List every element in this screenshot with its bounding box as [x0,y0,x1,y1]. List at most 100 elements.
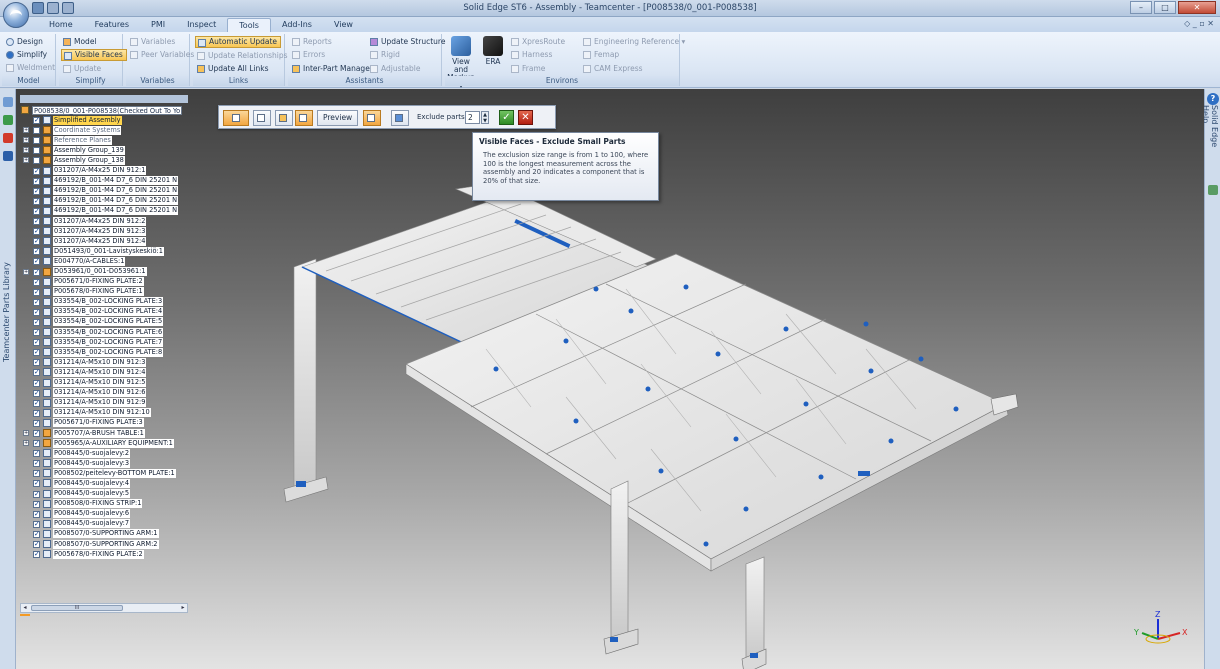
minimize-button[interactable]: – [1130,1,1152,14]
visibility-checkbox[interactable] [33,246,40,256]
harness-button[interactable]: Harness [509,49,555,61]
update-structure-button[interactable]: Update Structure [368,36,448,48]
cancel-button[interactable]: ✕ [518,110,533,125]
tree-item[interactable]: 031207/A-M4x25 DIN 912:2 [20,216,188,226]
visibility-checkbox[interactable] [33,478,40,488]
tree-item[interactable]: P008445/0-suojalevy:4 [20,478,188,488]
tree-item[interactable]: E004770/A-CABLES:1 [20,256,188,266]
visibility-checkbox[interactable] [33,307,40,317]
tree-item[interactable]: 031214/A-M5x10 DIN 912:3 [20,357,188,367]
visibility-checkbox[interactable] [33,489,40,499]
expand-icon[interactable]: + [23,268,29,275]
visibility-checkbox[interactable] [33,357,40,367]
tree-item[interactable]: P008508/0-FIXING STRIP:1 [20,499,188,509]
view-triad[interactable]: Z X Y [1134,611,1194,651]
tree-item[interactable]: 033554/B_002-LOCKING PLATE:5 [20,317,188,327]
simplify-update-button[interactable]: Update [61,63,104,75]
variables-button[interactable]: Variables [128,36,178,48]
visibility-checkbox[interactable] [33,388,40,398]
tree-item[interactable]: P005671/0-FIXING PLATE:3 [20,418,188,428]
visibility-checkbox[interactable] [33,398,40,408]
tree-item[interactable]: D051493/0_001-Lavistyskeskiö:1 [20,246,188,256]
teamcenter-tab-icon[interactable] [3,151,13,161]
tab-features[interactable]: Features [84,18,140,32]
tab-inspect[interactable]: Inspect [176,18,227,32]
visibility-checkbox[interactable] [33,529,40,539]
update-relationships-button[interactable]: Update Relationships [195,50,291,62]
tree-item[interactable]: P005671/0-FIXING PLATE:2 [20,277,188,287]
tab-view[interactable]: View [323,18,364,32]
teamcenter-parts-library-tab[interactable]: Teamcenter Parts Library [2,257,14,367]
tree-item[interactable]: 469192/B_001-M4 D7_6 DIN 25201 N [20,186,188,196]
frame-button[interactable]: Frame [509,63,548,75]
visibility-checkbox[interactable] [33,378,40,388]
tree-item[interactable]: 031214/A-M5x10 DIN 912:9 [20,398,188,408]
design-radio[interactable]: Design [4,36,46,48]
tree-item[interactable]: 031207/A-M4x25 DIN 912:1 [20,166,188,176]
reports-button[interactable]: Reports [290,36,335,48]
visibility-checkbox[interactable] [33,196,40,206]
tree-item[interactable]: 033554/B_002-LOCKING PLATE:3 [20,297,188,307]
visibility-checkbox[interactable] [33,236,40,246]
weldment-button[interactable]: Weldment [4,62,58,74]
exclude-parts-spinner[interactable]: ▲ ▼ [481,111,489,124]
graphics-viewport[interactable]: P008538/0_001-P008538(Checked Out To Yo … [16,89,1204,669]
visibility-checkbox[interactable] [33,127,40,135]
visibility-checkbox[interactable] [33,408,40,418]
tree-item[interactable]: 033554/B_002-LOCKING PLATE:4 [20,307,188,317]
tree-item[interactable]: 033554/B_002-LOCKING PLATE:6 [20,327,188,337]
visibility-checkbox[interactable] [33,267,40,277]
scroll-right-arrow-icon[interactable]: ▸ [179,604,187,612]
visible-faces-button[interactable]: Visible Faces [61,49,127,61]
accept-button[interactable]: ✓ [499,110,514,125]
tree-item[interactable]: + P005965/A-AUXILIARY EQUIPMENT:1 [20,438,188,448]
tree-item[interactable]: + Coordinate Systems [20,125,188,135]
features-library-tab-icon[interactable] [3,115,13,125]
add-parts-button[interactable] [275,110,293,126]
inter-part-manager-button[interactable]: Inter-Part Manager [290,63,376,75]
youtube-tab-icon[interactable] [3,133,13,143]
visibility-checkbox[interactable] [33,287,40,297]
help-icon[interactable]: ? [1207,93,1219,105]
visibility-checkbox[interactable] [33,519,40,529]
exclude-parts-icon-button[interactable] [391,110,409,126]
visibility-checkbox[interactable] [33,347,40,357]
select-parts-button[interactable] [253,110,271,126]
visibility-checkbox[interactable] [33,256,40,266]
visibility-checkbox[interactable] [33,186,40,196]
tree-item[interactable]: 031207/A-M4x25 DIN 912:3 [20,226,188,236]
scroll-left-arrow-icon[interactable]: ◂ [21,604,29,612]
visibility-checkbox[interactable] [33,147,40,155]
visibility-checkbox[interactable] [33,539,40,549]
close-button[interactable]: ✕ [1178,1,1216,14]
tree-item[interactable]: P008445/0-suojalevy:6 [20,509,188,519]
visibility-checkbox[interactable] [33,166,40,176]
tab-home[interactable]: Home [38,18,84,32]
visibility-checkbox[interactable] [33,499,40,509]
tree-item[interactable]: P008445/0-suojalevy:2 [20,448,188,458]
tree-item[interactable]: + Assembly Group_139 [20,145,188,155]
peer-variables-button[interactable]: Peer Variables [128,49,197,61]
visibility-checkbox[interactable] [33,317,40,327]
tree-item[interactable]: 031207/A-M4x25 DIN 912:4 [20,236,188,246]
expand-icon[interactable]: + [23,430,29,436]
visibility-checkbox[interactable] [33,277,40,287]
visibility-checkbox[interactable] [33,297,40,307]
pathfinder-tab-icon[interactable] [3,97,13,107]
tree-item[interactable]: 469192/B_001-M4 D7_6 DIN 25201 N [20,176,188,186]
tree-item[interactable]: + Reference Planes [20,135,188,145]
scroll-thumb[interactable]: III [31,605,123,611]
femap-button[interactable]: Femap [581,49,622,61]
tab-add-ins[interactable]: Add-Ins [271,18,323,32]
expand-icon[interactable]: + [23,157,29,164]
tab-pmi[interactable]: PMI [140,18,176,32]
pathfinder-horizontal-scrollbar[interactable]: ◂ III ▸ [20,603,188,613]
rigid-button[interactable]: Rigid [368,49,403,61]
visibility-checkbox[interactable] [33,428,40,438]
assembly-model-view[interactable] [266,159,1026,669]
automatic-update-button[interactable]: Automatic Update [195,36,282,48]
tree-item[interactable]: 031214/A-M5x10 DIN 912:6 [20,388,188,398]
tree-item[interactable]: 033554/B_002-LOCKING PLATE:7 [20,337,188,347]
simplify-model-button[interactable]: Model [61,36,100,48]
visibility-checkbox[interactable] [33,115,40,125]
